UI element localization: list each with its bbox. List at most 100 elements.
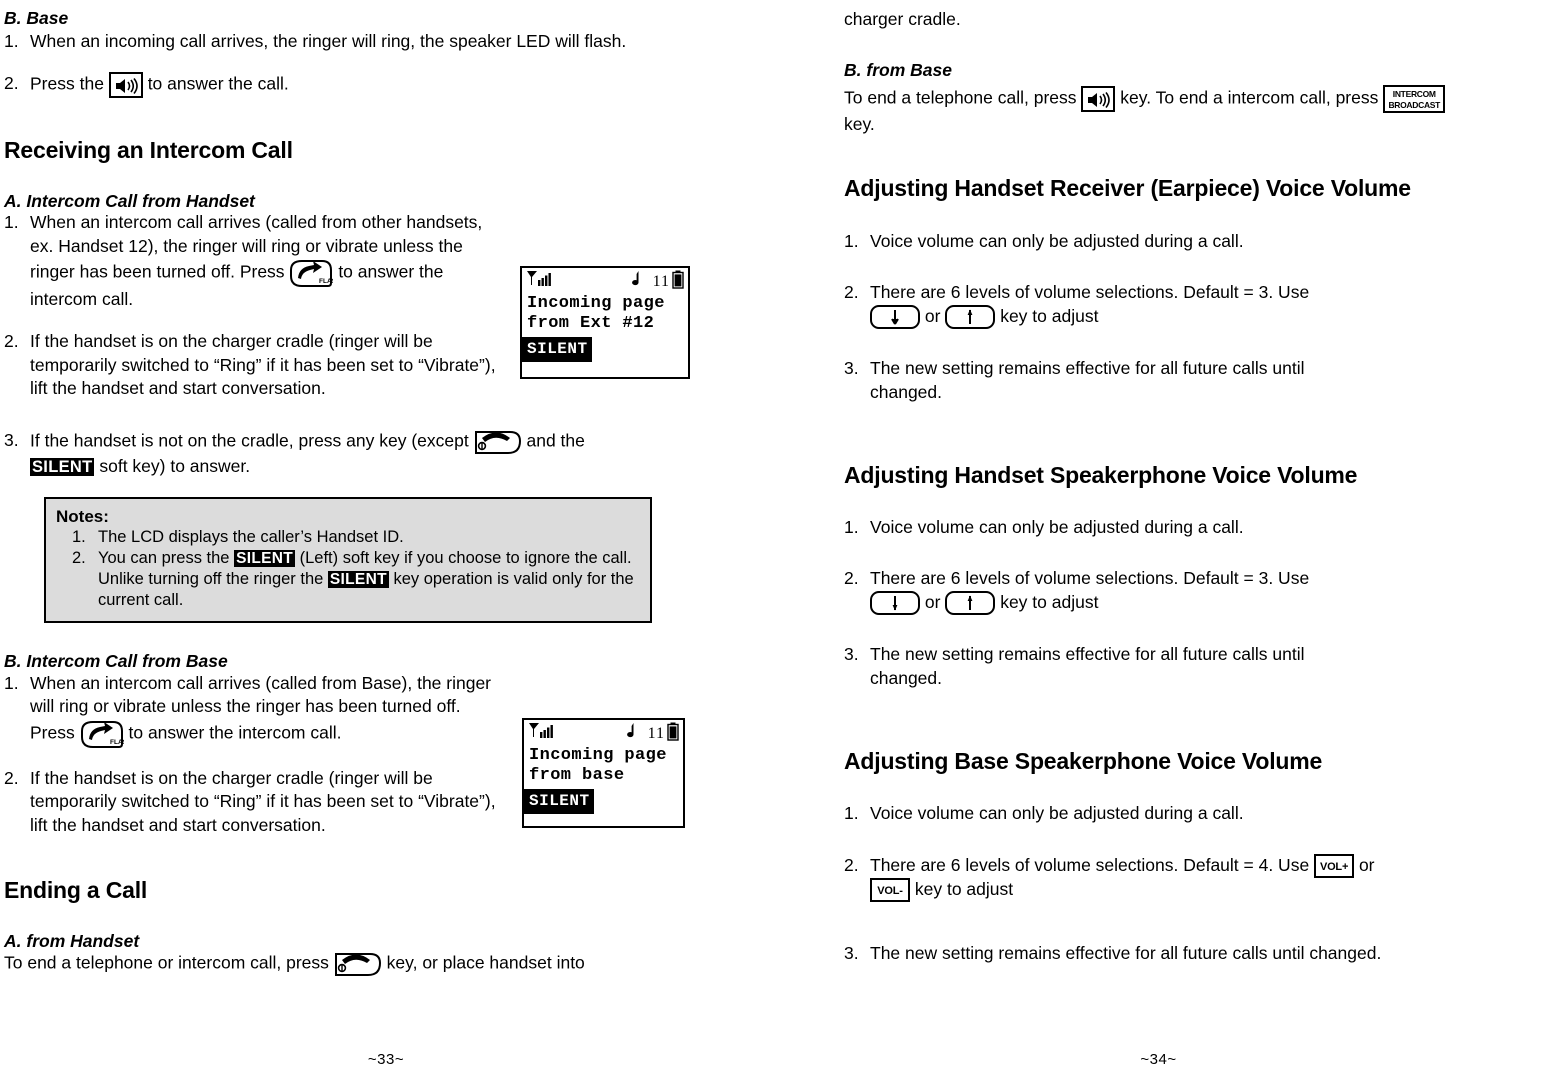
list-number: 1. bbox=[4, 31, 19, 52]
ending-handset-paragraph: To end a telephone or intercom call, pre… bbox=[4, 951, 758, 977]
handset-id-label: 11 bbox=[647, 725, 665, 742]
left-page-column: B. Base 1. When an incoming call arrives… bbox=[0, 0, 772, 1076]
base-speaker-item-1: 1. Voice volume can only be adjusted dur… bbox=[844, 802, 1344, 826]
lcd-softkey-row: SILENT bbox=[524, 789, 683, 814]
heading-b-intercom-from-base: B. Intercom Call from Base bbox=[4, 651, 228, 672]
softkey-silent[interactable]: SILENT bbox=[522, 337, 592, 362]
page-number-left: ~33~ bbox=[0, 1051, 772, 1068]
intercom-base-item-2: 2. If the handset is on the charger crad… bbox=[4, 767, 509, 838]
speakerphone-key-icon[interactable] bbox=[1081, 85, 1116, 112]
lcd-status-bar: 11 bbox=[524, 720, 683, 746]
list-text: The new setting remains effective for al… bbox=[870, 358, 1305, 402]
earpiece-2-text-a: There are 6 levels of volume selections.… bbox=[870, 282, 1310, 303]
vol-up-label: VOL+ bbox=[1319, 861, 1349, 874]
to-answer-label: to answer the call. bbox=[147, 73, 289, 94]
lcd-line-1: Incoming page bbox=[529, 746, 667, 765]
heading-b-base: B. Base bbox=[4, 8, 69, 28]
volume-down-key-icon[interactable] bbox=[870, 305, 920, 330]
lcd-line-2: from base bbox=[529, 766, 625, 785]
list-number: 1. bbox=[844, 230, 859, 251]
note-item-2: 2. You can press the SILENT (Left) soft … bbox=[56, 548, 640, 611]
ending-handset-text-b: key, or place handset into bbox=[386, 952, 585, 973]
intercom-handset-item-2: 2. If the handset is on the charger crad… bbox=[4, 330, 509, 401]
volume-up-key-icon[interactable] bbox=[945, 305, 996, 330]
ending-base-text-c: key. bbox=[844, 113, 875, 134]
end-call-key-icon[interactable] bbox=[334, 951, 382, 977]
intercom-handset-3-text-c: soft key) to answer. bbox=[99, 455, 251, 476]
signal-bars-icon bbox=[526, 270, 552, 294]
speakerphone-2-text-a: There are 6 levels of volume selections.… bbox=[870, 568, 1310, 589]
lcd-softkey-row: SILENT bbox=[522, 337, 688, 362]
intercom-handset-item-3: 3. If the handset is not on the cradle, … bbox=[4, 429, 758, 479]
earpiece-2-text-b: or bbox=[924, 305, 941, 326]
folio-text: ~33~ bbox=[367, 1051, 405, 1068]
note-number: 1. bbox=[72, 527, 86, 546]
speakerphone-2-text-b: or bbox=[924, 592, 941, 613]
intercom-key-line-1: INTERCOM bbox=[1392, 88, 1436, 99]
list-text: The new setting remains effective for al… bbox=[870, 943, 1382, 964]
page-number-right: ~34~ bbox=[772, 1051, 1545, 1068]
list-number: 1. bbox=[4, 672, 19, 693]
end-call-key-icon[interactable] bbox=[474, 429, 522, 455]
list-text: When an intercom call arrives (called fr… bbox=[30, 211, 509, 312]
intercom-base-1-text-after: to answer the intercom call. bbox=[128, 722, 342, 743]
base-list-item-2: 2. Press the to answer the call. bbox=[4, 71, 758, 98]
earpiece-item-3: 3. The new setting remains effective for… bbox=[844, 357, 1324, 404]
ending-handset-text-a: To end a telephone or intercom call, pre… bbox=[4, 952, 329, 973]
list-number: 3. bbox=[844, 943, 859, 964]
list-number: 2. bbox=[4, 331, 19, 352]
list-text: There are 6 levels of volume selections.… bbox=[870, 854, 1504, 903]
base-speaker-2-text-c: key to adjust bbox=[914, 879, 1014, 900]
press-the-label: Press the bbox=[30, 73, 104, 94]
speakerphone-item-3: 3. The new setting remains effective for… bbox=[844, 643, 1324, 690]
base-speaker-2-text-a: There are 6 levels of volume selections.… bbox=[870, 854, 1310, 875]
right-page-column: charger cradle. B. from Base To end a te… bbox=[772, 0, 1545, 1076]
list-text: Press the to answer the call. bbox=[30, 71, 758, 98]
speakerphone-key-icon[interactable] bbox=[108, 71, 143, 98]
volume-up-base-key-icon[interactable]: VOL+ bbox=[1314, 854, 1355, 879]
heading-receiving-intercom-call: Receiving an Intercom Call bbox=[4, 136, 293, 163]
list-number: 1. bbox=[844, 516, 859, 537]
folio-text: ~34~ bbox=[1140, 1051, 1177, 1068]
volume-down-base-key-icon[interactable]: VOL- bbox=[870, 878, 910, 903]
speakerphone-item-2: 2. There are 6 levels of volume selectio… bbox=[844, 567, 1359, 616]
list-text: If the handset is on the charger cradle … bbox=[30, 767, 496, 835]
earpiece-2-text-c: key to adjust bbox=[1000, 305, 1099, 326]
volume-up-key-icon[interactable] bbox=[945, 591, 996, 616]
manual-page-spread: B. Base 1. When an incoming call arrives… bbox=[0, 0, 1545, 1076]
notes-box: Notes: 1. The LCD displays the caller’s … bbox=[44, 496, 652, 624]
note-text: You can press the SILENT (Left) soft key… bbox=[98, 548, 640, 611]
talk-flash-key-icon[interactable]: FLASH bbox=[289, 258, 341, 288]
silent-softkey-reference: SILENT bbox=[30, 457, 95, 476]
intercom-broadcast-key-icon[interactable]: INTERCOM BROADCAST bbox=[1383, 84, 1446, 113]
handset-id-label: 11 bbox=[652, 273, 670, 290]
list-number: 1. bbox=[4, 212, 19, 233]
music-note-icon bbox=[623, 722, 636, 746]
battery-icon bbox=[667, 722, 679, 746]
talk-flash-key-icon[interactable]: FLASH bbox=[80, 719, 132, 749]
list-number: 3. bbox=[844, 644, 859, 665]
list-text: The new setting remains effective for al… bbox=[870, 644, 1305, 689]
intercom-key-line-2: BROADCAST bbox=[1388, 99, 1441, 110]
softkey-silent[interactable]: SILENT bbox=[524, 789, 594, 814]
list-number: 2. bbox=[4, 767, 19, 788]
ending-base-text-a: To end a telephone call, press bbox=[844, 87, 1077, 108]
base-speaker-item-3: 3. The new setting remains effective for… bbox=[844, 942, 1504, 966]
list-text: There are 6 levels of volume selections.… bbox=[870, 281, 1359, 330]
heading-ending-a-call: Ending a Call bbox=[4, 876, 148, 903]
note-text: The LCD displays the caller’s Handset ID… bbox=[98, 527, 404, 546]
list-number: 3. bbox=[4, 429, 19, 450]
list-number: 2. bbox=[4, 72, 19, 93]
list-text: When an intercom call arrives (called fr… bbox=[30, 672, 509, 749]
silent-softkey-reference: SILENT bbox=[327, 571, 389, 589]
list-number: 2. bbox=[844, 854, 859, 875]
list-number: 3. bbox=[844, 358, 859, 379]
list-text: Voice volume can only be adjusted during… bbox=[870, 516, 1244, 537]
earpiece-item-1: 1. Voice volume can only be adjusted dur… bbox=[844, 230, 1344, 254]
svg-text:FLASH: FLASH bbox=[319, 278, 333, 285]
heading-adjusting-base-speakerphone-volume: Adjusting Base Speakerphone Voice Volume bbox=[844, 747, 1323, 774]
volume-down-key-icon[interactable] bbox=[870, 591, 920, 616]
lcd-display-incoming-page-handset: 11 Incoming page from Ext #12 SILENT bbox=[520, 266, 690, 379]
lcd-line-1: Incoming page bbox=[527, 294, 665, 313]
softkey-spacer bbox=[593, 789, 683, 814]
